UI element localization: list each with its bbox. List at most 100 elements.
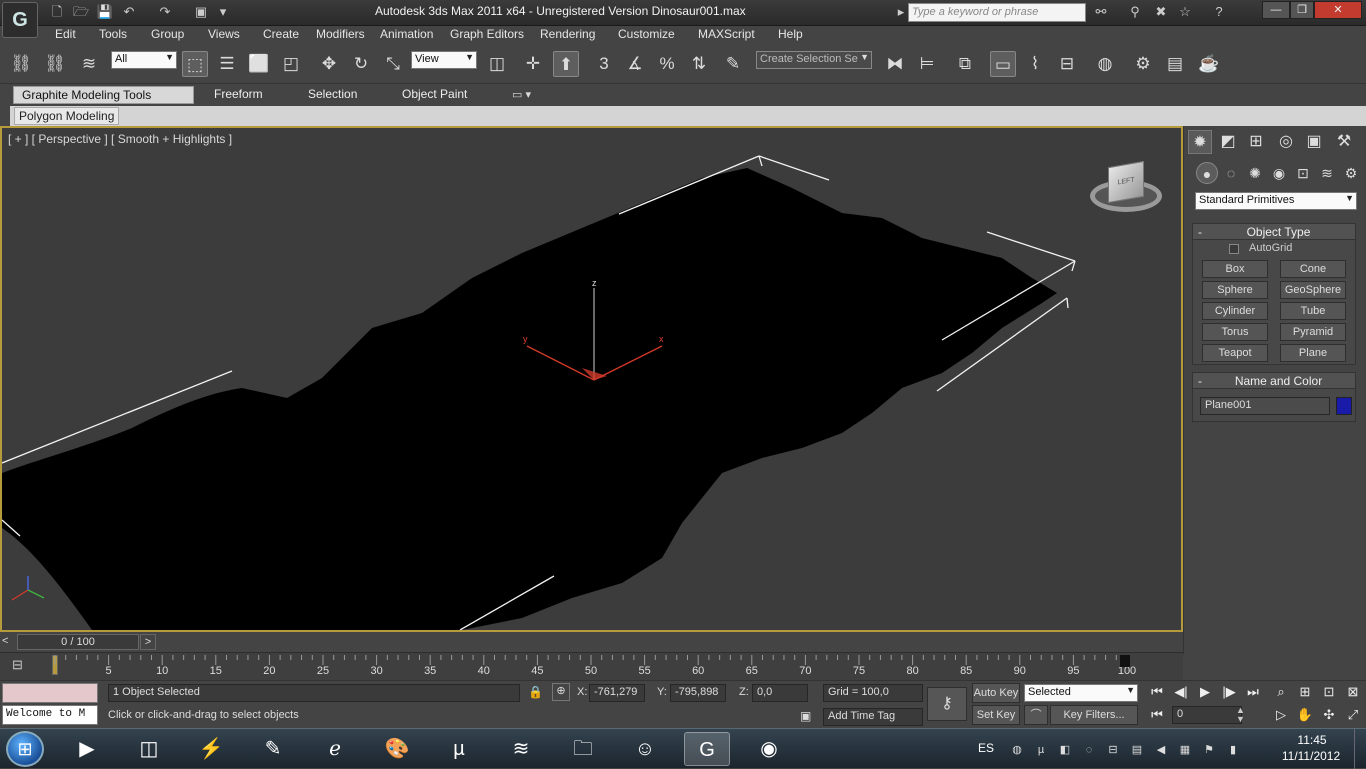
space-warps-icon[interactable]: ≋	[1316, 162, 1338, 184]
paint-tool-icon[interactable]: ✎	[250, 732, 296, 766]
pan-view-icon[interactable]: ✋	[1294, 705, 1316, 725]
material-editor-icon[interactable]: ◍	[1092, 51, 1118, 77]
quick-access-dropdown-icon[interactable]: ▾	[214, 4, 232, 20]
add-time-tag-button[interactable]: Add Time Tag	[823, 708, 923, 726]
cone-button[interactable]: Cone	[1280, 260, 1346, 278]
teapot-button[interactable]: Teapot	[1202, 344, 1268, 362]
menu-rendering[interactable]: Rendering	[540, 27, 595, 41]
utorrent-icon[interactable]: µ	[436, 732, 482, 766]
edit-named-selection-icon[interactable]: ✎	[720, 51, 746, 77]
primitive-category-dropdown[interactable]: Standard Primitives ▼	[1195, 192, 1357, 210]
maximize-viewport-icon[interactable]: ⤢	[1342, 705, 1364, 725]
select-object-icon[interactable]: ⬚	[182, 51, 208, 77]
menu-help[interactable]: Help	[778, 27, 803, 41]
tray-action-center-flag-icon[interactable]: ⚑	[1202, 743, 1216, 757]
current-frame-input[interactable]: 0	[1172, 706, 1242, 724]
perspective-viewport[interactable]: z y x [ + ] [ Perspective ] [ Smooth + H…	[0, 126, 1183, 632]
viewcube-face[interactable]: LEFT	[1108, 160, 1144, 204]
tray-signal-icon[interactable]: ▮	[1226, 743, 1240, 757]
snaps-toggle-icon[interactable]: 3	[591, 51, 617, 77]
paint-palette-icon[interactable]: 🎨	[374, 732, 420, 766]
menu-customize[interactable]: Customize	[618, 27, 675, 41]
menu-maxscript[interactable]: MAXScript	[698, 27, 755, 41]
menu-graph-editors[interactable]: Graph Editors	[450, 27, 524, 41]
start-button[interactable]: ⊞	[6, 731, 44, 767]
plane-button[interactable]: Plane	[1280, 344, 1346, 362]
render-setup-icon[interactable]: ⚙	[1130, 51, 1156, 77]
name-and-color-header[interactable]: - Name and Color	[1193, 373, 1355, 389]
select-manipulate-icon[interactable]: ✛	[520, 51, 546, 77]
hierarchy-tab-icon[interactable]: ⊞	[1244, 130, 1268, 154]
zoom-extents-icon[interactable]: ⊡	[1318, 682, 1340, 702]
align-icon[interactable]: ⊨	[914, 51, 940, 77]
display-tab-icon[interactable]: ▣	[1302, 130, 1326, 154]
tab-freeform[interactable]: Freeform	[206, 86, 271, 104]
zoom-extents-all-icon[interactable]: ⊠	[1342, 682, 1364, 702]
utilities-tab-icon[interactable]: ⚒	[1332, 130, 1356, 154]
next-frame-icon[interactable]: |▶	[1218, 682, 1240, 702]
cameras-icon[interactable]: ◉	[1268, 162, 1290, 184]
pivot-center-icon[interactable]: ◫	[484, 51, 510, 77]
viewcube[interactable]: LEFT	[1090, 160, 1162, 220]
reference-coordinate-dropdown[interactable]: View ▼	[411, 51, 477, 69]
close-button[interactable]: ✕	[1314, 1, 1362, 19]
set-key-button[interactable]: Set Key	[972, 705, 1020, 725]
go-to-start-icon[interactable]: ⏮	[1146, 682, 1168, 702]
app-logo[interactable]: G	[2, 2, 38, 38]
tube-button[interactable]: Tube	[1280, 302, 1346, 320]
selection-filter-dropdown[interactable]: All ▼	[111, 51, 177, 69]
tray-network-adapter-icon[interactable]: ◍	[1010, 743, 1024, 757]
mirror-icon[interactable]: ⧓	[882, 51, 908, 77]
graphite-toggle-icon[interactable]: ▭	[990, 51, 1016, 77]
percent-snap-icon[interactable]: %	[654, 51, 680, 77]
modify-tab-icon[interactable]: ◩	[1216, 130, 1240, 154]
firefox-icon[interactable]: ◉	[746, 732, 792, 766]
set-keys-key-icon[interactable]: ⚷	[927, 687, 967, 721]
menu-tools[interactable]: Tools	[99, 27, 127, 41]
object-type-header[interactable]: - Object Type	[1193, 224, 1355, 240]
select-rotate-icon[interactable]: ↻	[348, 51, 374, 77]
sphere-button[interactable]: Sphere	[1202, 281, 1268, 299]
previous-frame-icon[interactable]: ◀|	[1170, 682, 1192, 702]
play-icon[interactable]: ▶	[1194, 682, 1216, 702]
track-bar[interactable]: ⊟ 5 10 15 20 25 30 35 40 45 50 55 60 65 70 75 80 85 90 95 1…	[0, 652, 1183, 680]
shapes-icon[interactable]: ◌	[1220, 162, 1242, 184]
rectangular-selection-icon[interactable]: ⬜	[246, 51, 272, 77]
window-crossing-icon[interactable]: ◰	[278, 51, 304, 77]
clock-date[interactable]: 11/11/2012	[1276, 749, 1346, 763]
maximize-button[interactable]: ❐	[1290, 1, 1314, 19]
search-input[interactable]: Type a keyword or phrase	[908, 3, 1086, 22]
menu-create[interactable]: Create	[263, 27, 299, 41]
tray-app-icon[interactable]: ◧	[1058, 743, 1072, 757]
search-expand-icon[interactable]: ▸	[896, 4, 906, 20]
object-name-input[interactable]: Plane001	[1200, 397, 1330, 415]
minimize-button[interactable]: —	[1262, 1, 1290, 19]
key-mode-toggle-icon[interactable]: ⏮	[1146, 705, 1168, 725]
next-frame-arrow-icon[interactable]: >	[140, 634, 156, 650]
menu-views[interactable]: Views	[208, 27, 240, 41]
angle-snap-icon[interactable]: ∡	[622, 51, 648, 77]
viewport-label-menu[interactable]: [ + ] [ Perspective ] [ Smooth + Highlig…	[8, 132, 232, 146]
internet-explorer-icon[interactable]: ℯ	[312, 732, 358, 766]
y-coordinate-field[interactable]: -795,898	[670, 684, 726, 702]
curve-editor-icon[interactable]: ⌇	[1022, 51, 1048, 77]
spotify-icon[interactable]: ≋	[498, 732, 544, 766]
default-tangent-icon[interactable]: ⌒	[1024, 705, 1048, 725]
subscription-key-icon[interactable]: ⚲	[1126, 4, 1144, 20]
selection-lock-icon[interactable]: 🔒	[528, 685, 543, 699]
clock-time[interactable]: 11:45	[1282, 733, 1342, 747]
key-mode-dropdown[interactable]: Selected ▼	[1024, 684, 1138, 702]
z-coordinate-field[interactable]: 0,0	[752, 684, 808, 702]
unlink-icon[interactable]: ⛓	[42, 51, 68, 77]
named-selection-set-input[interactable]: Create Selection Se ▼	[756, 51, 872, 69]
cylinder-button[interactable]: Cylinder	[1202, 302, 1268, 320]
maxscript-mini-listener-pink[interactable]	[2, 683, 98, 703]
tray-nvidia-icon[interactable]: ▤	[1130, 743, 1144, 757]
spinner-snap-icon[interactable]: ⇅	[686, 51, 712, 77]
autogrid-checkbox[interactable]	[1229, 244, 1239, 254]
menu-modifiers[interactable]: Modifiers	[316, 27, 365, 41]
layer-manager-icon[interactable]: ⧉	[952, 51, 978, 77]
lights-icon[interactable]: ✺	[1244, 162, 1266, 184]
open-file-icon[interactable]: 🗁	[72, 4, 90, 20]
zoom-icon[interactable]: ⌕	[1270, 682, 1292, 702]
